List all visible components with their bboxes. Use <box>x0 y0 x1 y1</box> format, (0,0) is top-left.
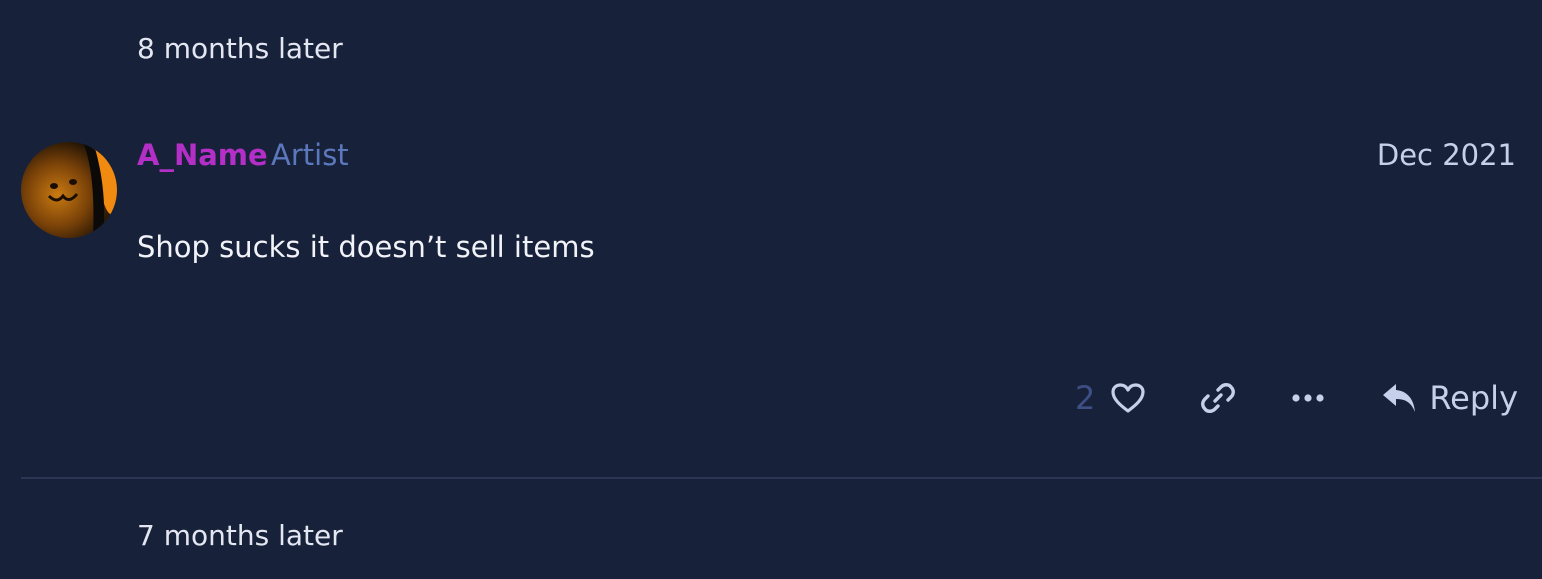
post-date[interactable]: Dec 2021 <box>1377 141 1516 170</box>
like-count[interactable]: 2 <box>1075 382 1095 414</box>
post-body: Shop sucks it doesn’t sell items <box>137 230 595 264</box>
post-divider <box>21 477 1542 479</box>
post-username[interactable]: A_Name <box>137 141 268 170</box>
link-icon <box>1201 383 1236 413</box>
avatar[interactable] <box>21 142 117 238</box>
time-gap-label: 8 months later <box>137 32 343 65</box>
heart-icon <box>1111 383 1145 413</box>
like-button[interactable] <box>1109 375 1147 421</box>
time-gap-label: 7 months later <box>137 519 343 552</box>
reply-arrow-icon <box>1383 384 1416 412</box>
user-title-badge: Artist <box>271 138 349 172</box>
copy-link-button[interactable] <box>1199 375 1237 421</box>
more-actions-button[interactable] <box>1289 375 1327 421</box>
post-actions: 2 Reply <box>1075 375 1518 421</box>
topic-page: 8 months later A_Name Artist Dec 2021 Sh… <box>0 0 1542 579</box>
ellipsis-icon <box>1292 394 1324 402</box>
reply-button[interactable]: Reply <box>1381 375 1518 421</box>
reply-label: Reply <box>1429 379 1518 417</box>
